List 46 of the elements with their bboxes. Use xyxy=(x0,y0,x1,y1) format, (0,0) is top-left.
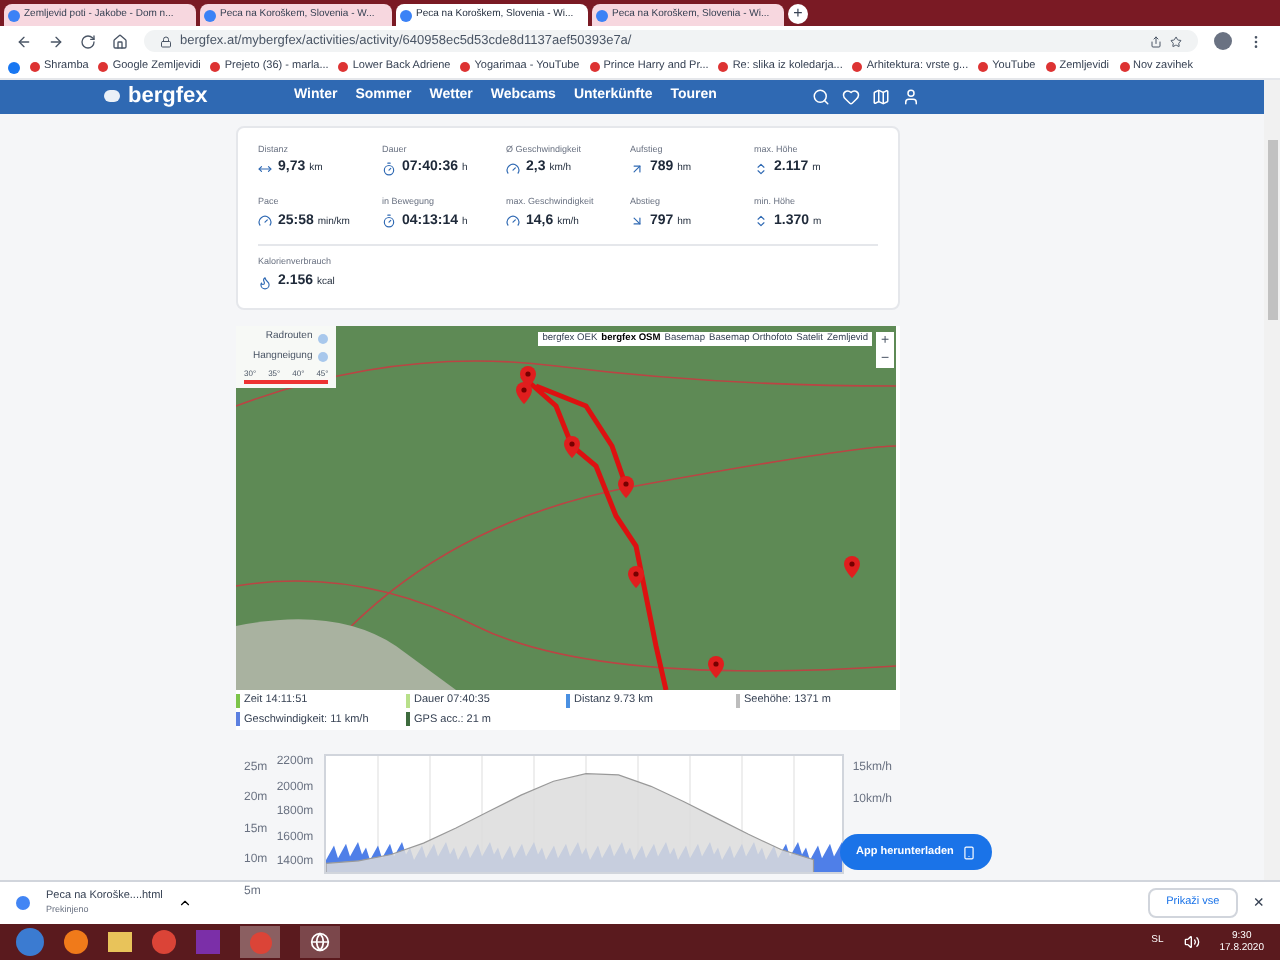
bookmark-star-icon[interactable] xyxy=(1170,35,1182,47)
favicon-icon xyxy=(596,9,608,21)
taskbar-app-icon[interactable] xyxy=(300,926,340,958)
speaker-icon[interactable] xyxy=(1183,934,1200,950)
reload-icon[interactable] xyxy=(80,33,96,49)
favicon-icon xyxy=(204,9,216,21)
map-pin-icon[interactable] xyxy=(844,556,860,579)
height-icon xyxy=(754,162,768,176)
height-icon xyxy=(754,214,768,229)
double-arrow-icon xyxy=(258,162,272,176)
search-icon[interactable] xyxy=(812,87,831,106)
heart-icon[interactable] xyxy=(842,87,861,106)
chevron-up-icon[interactable] xyxy=(178,896,193,910)
map-icon[interactable] xyxy=(872,87,891,106)
favicon-icon xyxy=(400,9,412,21)
gauge-icon xyxy=(506,214,520,229)
stopwatch-icon xyxy=(382,162,396,176)
profile-avatar[interactable] xyxy=(1214,32,1232,50)
favicon-icon xyxy=(8,9,20,21)
share-icon[interactable] xyxy=(1150,35,1162,47)
taskbar-app-icon[interactable] xyxy=(64,930,88,954)
user-icon[interactable] xyxy=(902,87,921,106)
map-pin-icon[interactable] xyxy=(708,656,724,679)
map-pin-icon[interactable] xyxy=(564,436,580,459)
flame-icon xyxy=(258,275,272,289)
arrow-down-icon xyxy=(630,214,644,229)
gauge-icon xyxy=(506,162,520,176)
stopwatch-icon xyxy=(382,214,396,229)
close-button[interactable]: × xyxy=(1253,889,1264,917)
arrow-up-icon xyxy=(630,162,644,176)
file-icon xyxy=(16,896,30,910)
home-icon[interactable] xyxy=(112,33,128,49)
lock-icon xyxy=(160,35,172,47)
gauge-icon xyxy=(258,214,272,229)
map-pin-icon[interactable] xyxy=(628,566,644,589)
scrollbar-thumb[interactable] xyxy=(1267,140,1277,320)
start-button[interactable] xyxy=(16,928,44,956)
back-icon[interactable] xyxy=(16,33,32,49)
forward-icon[interactable] xyxy=(48,33,64,49)
bookmark-icon[interactable] xyxy=(8,61,20,73)
phone-icon xyxy=(961,845,976,859)
new-tab-button[interactable]: + xyxy=(788,4,808,24)
map-pin-icon[interactable] xyxy=(516,382,532,405)
site-logo[interactable]: bergfex xyxy=(104,80,294,113)
taskbar-app-icon[interactable] xyxy=(152,930,176,954)
map-pin-icon[interactable] xyxy=(618,476,634,499)
